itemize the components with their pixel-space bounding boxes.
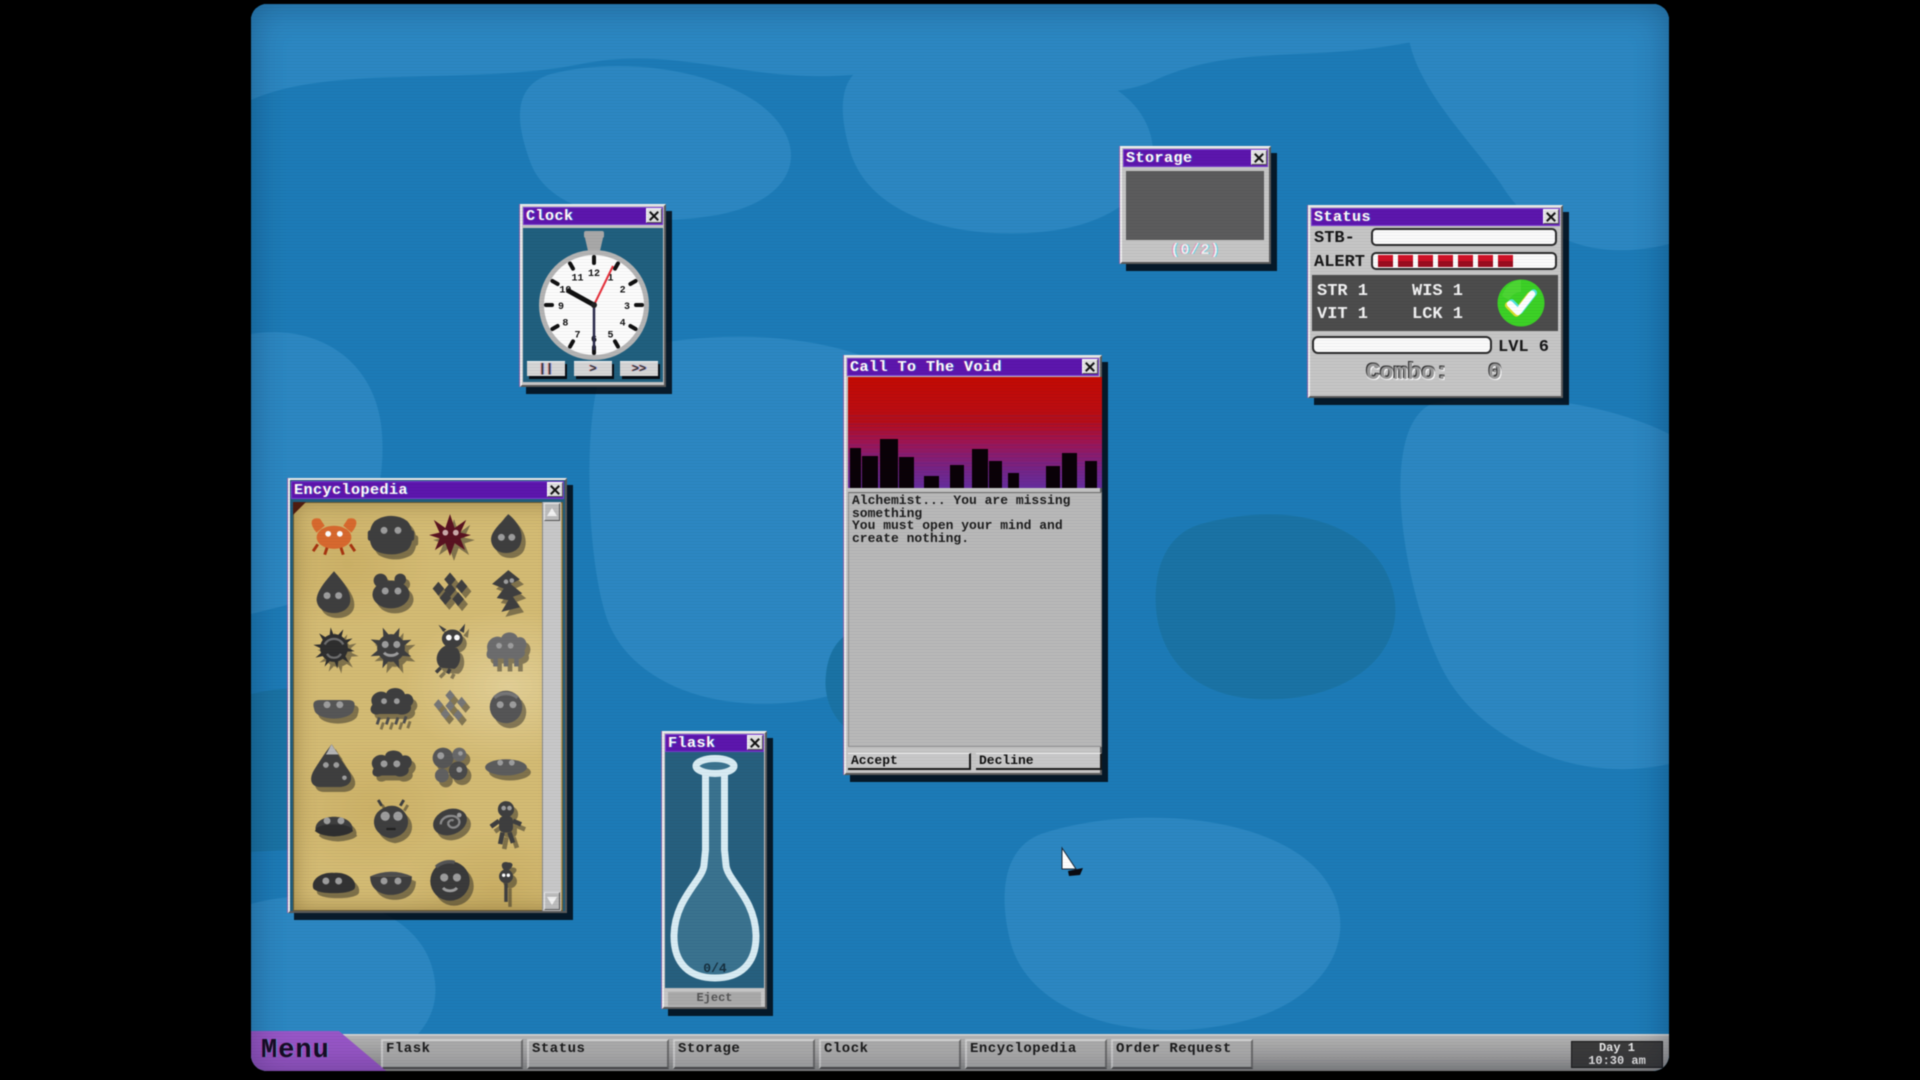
svg-text:3: 3 [624,302,630,313]
svg-text:7: 7 [574,331,580,342]
svg-text:8: 8 [562,319,568,330]
svg-text:2: 2 [620,286,626,297]
svg-text:12: 12 [588,269,600,280]
svg-text:0/4: 0/4 [703,961,727,976]
svg-text:4: 4 [620,319,626,330]
svg-text:11: 11 [571,273,583,284]
svg-text:5: 5 [607,331,613,342]
svg-text:9: 9 [558,302,564,313]
